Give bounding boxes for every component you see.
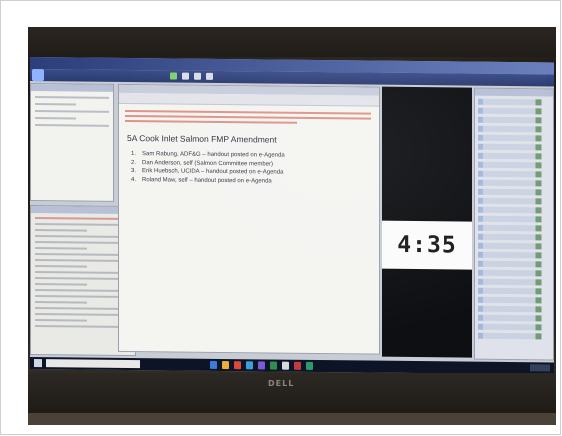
attendee-row xyxy=(478,332,550,340)
taskbar-app-icon xyxy=(258,361,265,370)
attendee-row xyxy=(478,161,550,169)
warning-text xyxy=(125,107,371,125)
panel-header xyxy=(31,84,113,92)
laptop-top-bezel xyxy=(28,27,556,57)
taskbar-app-icon xyxy=(210,360,217,369)
attendee-row xyxy=(478,206,550,214)
attendee-row xyxy=(478,116,550,124)
attendee-row xyxy=(478,143,550,151)
attendee-row xyxy=(478,215,550,223)
attendee-row xyxy=(478,170,550,178)
laptop-photo: 5A Cook Inlet Salmon FMP Amendment 1. Sam… xyxy=(28,27,556,425)
attendee-row xyxy=(478,107,550,115)
taskbar-app-icon xyxy=(306,361,313,370)
laptop-brand-logo: DELL xyxy=(268,379,295,388)
taskbar-app-icon xyxy=(234,361,241,370)
attendee-row xyxy=(478,179,550,187)
taskbar-app-icon xyxy=(246,361,253,370)
toolbar-icon xyxy=(170,72,177,80)
photo-frame: 5A Cook Inlet Salmon FMP Amendment 1. Sam… xyxy=(0,0,561,435)
taskbar-app-icon xyxy=(222,361,229,370)
agenda-list: 1. Sam Rabung, ADF&G – handout posted on … xyxy=(131,151,285,187)
laptop-hinge xyxy=(28,413,556,425)
attendee-row xyxy=(478,269,550,277)
attendee-row xyxy=(478,260,550,268)
toolbar-icon xyxy=(182,72,189,80)
attendee-row xyxy=(478,233,550,241)
laptop-screen: 5A Cook Inlet Salmon FMP Amendment 1. Sam… xyxy=(30,57,554,375)
taskbar-app-icon xyxy=(294,361,301,370)
attendee-row xyxy=(478,287,550,295)
attendee-list-pod xyxy=(474,87,554,361)
left-panel-notes xyxy=(30,83,114,202)
attendee-row xyxy=(478,242,550,250)
toolbar-icon xyxy=(194,72,201,80)
attendee-row xyxy=(478,296,550,304)
pod-toolbar xyxy=(119,92,379,107)
attendee-row xyxy=(478,152,550,160)
attendee-row xyxy=(478,323,550,331)
attendee-row xyxy=(478,305,550,313)
countdown-timer: 4:35 xyxy=(382,220,472,270)
panel-header xyxy=(475,88,553,97)
timer-text: 4:35 xyxy=(397,231,457,259)
taskbar-app-icon xyxy=(282,361,289,370)
agenda-item: 3. Erik Huebsch, UCIDA – handout posted o… xyxy=(131,168,284,176)
app-logo-icon xyxy=(32,69,44,82)
attendee-row xyxy=(478,125,550,133)
attendee-row xyxy=(478,188,550,196)
agenda-item: 4. Roland Maw, self – handout posted on e… xyxy=(131,176,272,185)
agenda-item: 1. Sam Rabung, ADF&G – handout posted on … xyxy=(131,151,285,159)
attendee-row xyxy=(478,251,550,259)
taskbar-clock xyxy=(530,364,550,372)
toolbar-icon xyxy=(206,72,213,80)
attendee-row xyxy=(478,98,550,106)
attendee-row xyxy=(478,134,550,142)
attendee-row xyxy=(478,278,550,286)
attendee-row xyxy=(478,197,550,205)
attendee-row xyxy=(478,224,550,232)
windows-start-icon xyxy=(34,359,42,368)
agenda-item: 2. Dan Anderson, self (Salmon Committee m… xyxy=(131,159,274,168)
taskbar-search-box xyxy=(46,359,140,369)
agenda-title: 5A Cook Inlet Salmon FMP Amendment xyxy=(127,133,277,145)
attendee-row xyxy=(478,314,550,322)
agenda-pod: 5A Cook Inlet Salmon FMP Amendment 1. Sam… xyxy=(118,83,380,355)
taskbar-app-icon xyxy=(270,361,277,370)
